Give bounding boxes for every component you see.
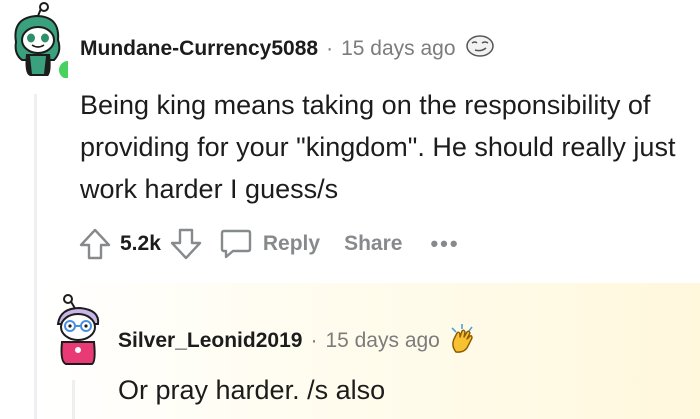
snoo-avatar-icon xyxy=(56,294,100,365)
separator: · xyxy=(326,36,334,60)
separator: · xyxy=(310,328,318,352)
avatar[interactable] xyxy=(10,2,68,78)
smirk-face-icon[interactable] xyxy=(464,33,496,64)
upvote-icon[interactable] xyxy=(78,227,112,261)
more-options-icon[interactable]: ••• xyxy=(430,231,459,257)
comment-bubble-icon xyxy=(219,228,253,260)
reply-body: Or pray harder. /s also xyxy=(118,375,386,405)
username[interactable]: Silver_Leonid2019 xyxy=(118,329,302,353)
comment-meta: Mundane-Currency5088 · 15 days ago xyxy=(80,33,496,64)
thread-line[interactable] xyxy=(34,94,37,419)
thread-line[interactable] xyxy=(72,380,75,419)
downvote-icon[interactable] xyxy=(169,227,203,261)
reply-label: Reply xyxy=(262,232,321,255)
comment-actions: 5.2k Reply Share ••• xyxy=(78,222,460,266)
reply-meta: Silver_Leonid2019 · 15 days ago xyxy=(118,322,478,359)
share-button[interactable]: Share xyxy=(344,232,402,256)
reply-button[interactable]: Reply xyxy=(219,228,320,260)
timestamp[interactable]: 15 days ago xyxy=(325,329,439,353)
vote-count: 5.2k xyxy=(120,232,161,255)
timestamp[interactable]: 15 days ago xyxy=(341,37,455,61)
reply-avatar[interactable] xyxy=(50,294,108,366)
clapping-hands-icon[interactable] xyxy=(448,322,478,359)
username[interactable]: Mundane-Currency5088 xyxy=(80,37,318,61)
comment-body: Being king means taking on the responsib… xyxy=(80,90,676,204)
